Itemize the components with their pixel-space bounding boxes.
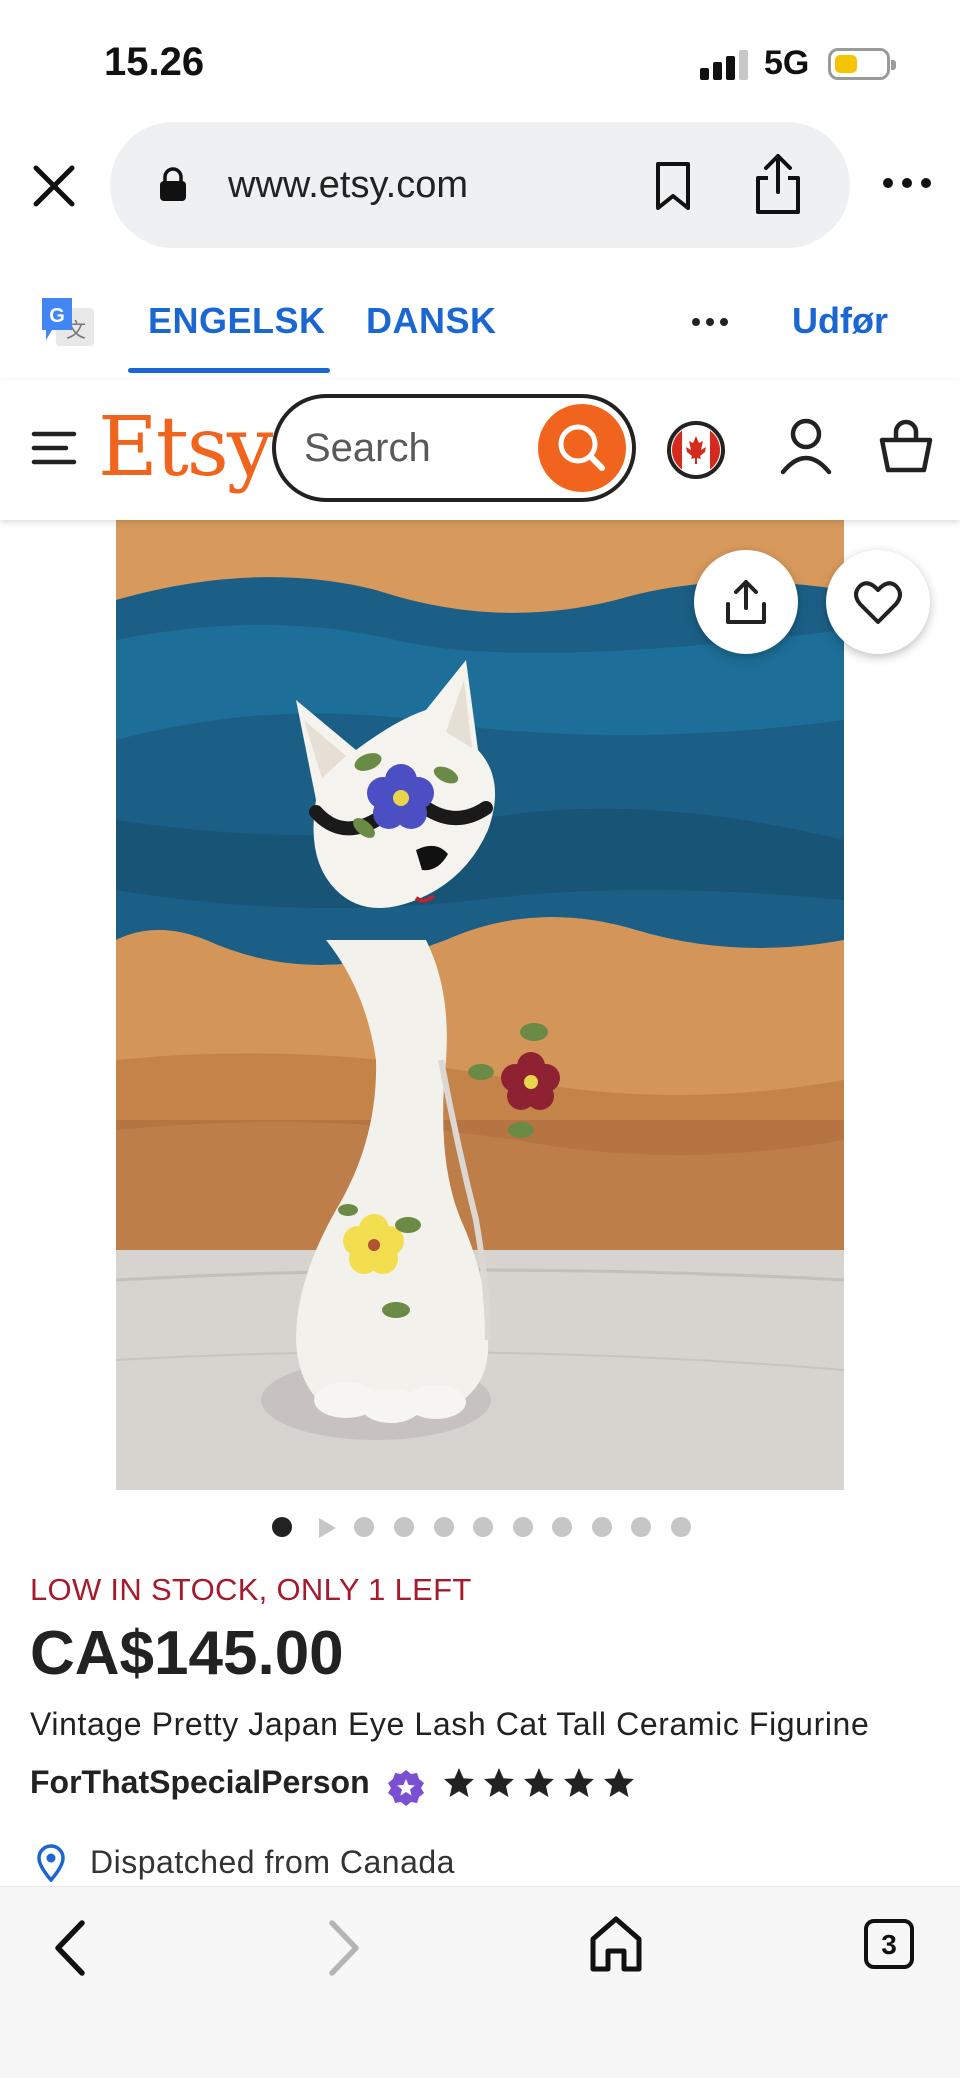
url-text: www.etsy.com [228,164,469,206]
active-tab-indicator [128,368,330,373]
shop-name[interactable]: ForThatSpecialPerson [30,1764,370,1801]
search-button[interactable] [538,404,626,492]
stock-notice: LOW IN STOCK, ONLY 1 LEFT [30,1572,472,1607]
signal-icon [700,48,752,80]
star-icon [444,1768,474,1797]
heart-icon [854,581,902,624]
location-pin-icon [37,1844,65,1882]
translate-done-button[interactable]: Udfør [792,300,888,342]
carousel-dot[interactable] [631,1517,651,1537]
status-bar: 15.26 5G [0,0,960,120]
star-icon [564,1768,594,1797]
back-icon[interactable] [48,1917,92,1979]
home-icon[interactable] [588,1915,644,1973]
translate-bar: 文 G ENGELSK DANSK Udfør [0,270,960,380]
cat-figurine-photo [116,520,844,1490]
close-icon [33,165,75,207]
translate-more-icon[interactable] [690,312,730,332]
google-translate-icon: 文 G [42,298,94,346]
close-button[interactable] [26,158,82,214]
carousel-dot[interactable] [671,1517,691,1537]
status-time: 15.26 [104,40,205,84]
share-icon [726,580,766,624]
star-icon [524,1768,554,1797]
carousel-dot[interactable] [272,1517,292,1537]
forward-icon[interactable] [322,1917,366,1979]
carousel-dot[interactable] [473,1517,493,1537]
etsy-header: Etsy [0,380,960,520]
address-bar[interactable]: www.etsy.com [110,122,850,248]
search-icon [558,424,605,471]
video-play-icon[interactable] [316,1516,338,1540]
shop-row[interactable]: ForThatSpecialPerson [30,1764,930,1814]
carousel-dot[interactable] [434,1517,454,1537]
share-icon[interactable] [750,152,806,216]
network-label: 5G [764,44,810,82]
canada-flag-icon[interactable] [666,420,726,480]
carousel-dot[interactable] [513,1517,533,1537]
tab-dansk[interactable]: DANSK [366,300,497,342]
battery-icon [828,48,896,80]
carousel-dot[interactable] [552,1517,572,1537]
account-icon[interactable] [778,416,834,476]
product-image[interactable] [116,520,844,1490]
search-box[interactable] [272,394,636,502]
carousel-dots[interactable] [270,1514,710,1540]
dispatch-text: Dispatched from Canada [90,1844,455,1880]
carousel-dot[interactable] [592,1517,612,1537]
more-icon[interactable] [880,168,934,198]
product-title: Vintage Pretty Japan Eye Lash Cat Tall C… [30,1706,870,1742]
star-icon [484,1768,514,1797]
dispatch-row: Dispatched from Canada [36,1842,836,1886]
tab-engelsk[interactable]: ENGELSK [148,300,326,342]
star-icon [604,1768,634,1797]
carousel-dot[interactable] [394,1517,414,1537]
tabs-button[interactable]: 3 [864,1919,914,1969]
carousel-dot[interactable] [354,1517,374,1537]
price: CA$145.00 [30,1619,344,1688]
cart-icon[interactable] [878,416,934,476]
star-seller-badge-icon [388,1770,424,1806]
browser-toolbar: 3 [0,1886,960,2078]
bookmark-icon[interactable] [650,160,696,212]
etsy-logo[interactable]: Etsy [98,400,273,495]
search-input[interactable] [304,420,524,476]
share-listing-button[interactable] [694,550,798,654]
svg-text:G: G [49,305,65,327]
tab-count: 3 [881,1929,897,1960]
favorite-button[interactable] [826,550,930,654]
lock-icon [160,167,186,201]
menu-icon[interactable] [30,428,78,468]
